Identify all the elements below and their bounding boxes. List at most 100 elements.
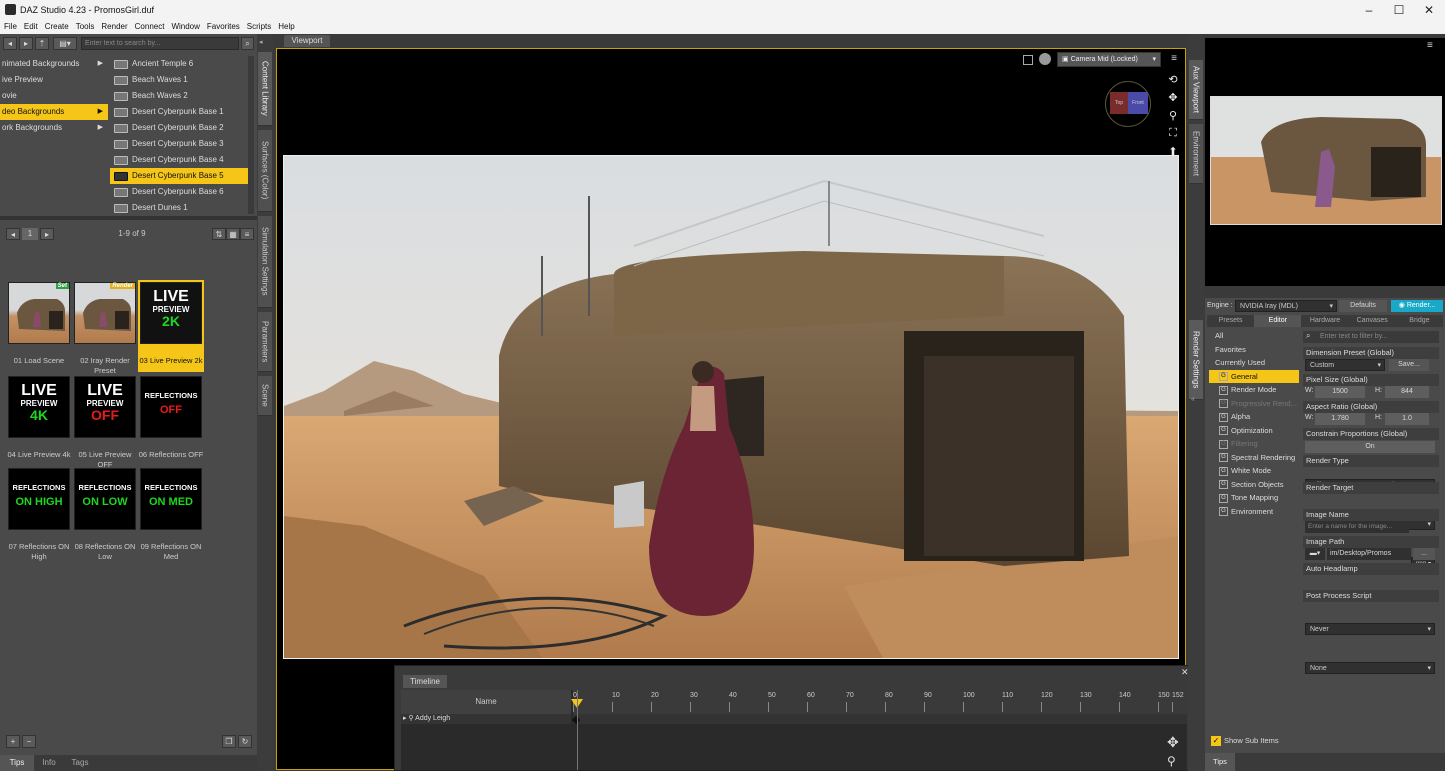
aux-viewport[interactable]: ≡ [1205,38,1445,286]
menu-connect[interactable]: Connect [135,20,165,34]
viewport-canvas[interactable]: ▣ Camera Mid (Locked) ▾ ≡ Top Front ⟲ ✥ ⚲… [276,48,1186,770]
tab-aux-viewport[interactable]: Aux Viewport [1189,60,1203,120]
page-number[interactable]: 1 [22,228,38,240]
tab-timeline[interactable]: Timeline [403,675,447,688]
menu-file[interactable]: File [4,20,17,34]
up-folder-button[interactable]: ⇡ [35,37,49,50]
zoom-icon[interactable]: ⚲ [1165,109,1181,123]
menu-tools[interactable]: Tools [76,20,95,34]
save-preset-button[interactable]: Save... [1389,359,1429,371]
image-name-input[interactable]: Enter a name for the image... [1305,521,1409,533]
dimension-preset-dropdown[interactable]: Custom [1305,359,1385,372]
category-item[interactable]: nimated Backgrounds ▶ [0,56,108,72]
render-button[interactable]: ◉ Render... [1391,300,1443,312]
tab-render-settings[interactable]: Render Settings [1189,320,1203,400]
refresh-icon[interactable]: ↻ [238,735,252,748]
property-group-item[interactable]: All [1209,329,1299,343]
tab-presets[interactable]: Presets [1207,315,1254,327]
shading-icon[interactable] [1023,55,1033,65]
tab-tips[interactable]: Tips [1205,753,1235,771]
folder-item[interactable]: Desert Cyberpunk Base 4 [110,152,248,168]
show-sub-items-checkbox[interactable]: ✓ [1211,736,1221,746]
tab-environment[interactable]: Environment [1189,124,1203,184]
folder-item[interactable]: Beach Waves 2 [110,88,248,104]
property-group-item[interactable]: G Tone Mapping [1209,491,1299,505]
aspect-width-input[interactable]: 1.780 [1315,413,1365,425]
collapse-icon[interactable]: ◂ [259,38,271,46]
pan-icon[interactable]: ✥ [1165,91,1181,105]
keyframe[interactable] [571,715,581,725]
prev-page-button[interactable]: ◂ [6,228,20,240]
view-mode-button[interactable]: ▤▾ [53,37,77,50]
maximize-button[interactable]: ☐ [1384,2,1414,18]
folder-item[interactable]: Beach Waves 1 [110,72,248,88]
tab-editor[interactable]: Editor [1254,315,1302,327]
tab-parameters[interactable]: Parameters [258,312,272,372]
menu-create[interactable]: Create [45,20,69,34]
view-cube-top[interactable]: Top [1110,92,1128,114]
menu-edit[interactable]: Edit [24,20,38,34]
property-group-item[interactable]: Favorites [1209,343,1299,357]
pixel-width-input[interactable]: 1500 [1315,386,1365,398]
category-item-selected[interactable]: deo Backgrounds ▶ [0,104,108,120]
tab-tags[interactable]: Tags [64,755,96,771]
tab-scene[interactable]: Scene [258,376,272,416]
search-icon[interactable]: ⌕ [241,37,254,50]
folder-scrollbar[interactable] [248,56,254,214]
property-group-item[interactable]: G Environment [1209,505,1299,519]
folder-item[interactable]: Desert Cyberpunk Base 2 [110,120,248,136]
viewport-menu-icon[interactable]: ≡ [1167,53,1181,65]
preset-thumbnail[interactable]: REFLECTIONS ON HIGH [8,468,70,530]
list-view-icon[interactable]: ≡ [240,228,254,240]
category-item[interactable]: ovie [0,88,108,104]
property-group-item[interactable]: G Progressive Rend... [1209,397,1299,411]
light-icon[interactable] [1039,53,1051,65]
library-search-input[interactable]: Enter text to search by... [81,37,239,50]
dolly-icon[interactable]: ⬆ [1165,145,1181,159]
preset-thumbnail[interactable]: REFLECTIONS OFF [140,376,202,438]
remove-button[interactable]: − [22,735,36,748]
view-cube[interactable]: Top Front [1105,81,1151,127]
track-row[interactable]: ▸ ⚲ Addy Leigh [401,714,571,724]
folder-item[interactable]: Desert Cyberpunk Base 1 [110,104,248,120]
constrain-toggle[interactable]: On [1305,441,1435,453]
tab-surfaces[interactable]: Surfaces (Color) [258,130,272,212]
menu-render[interactable]: Render [101,20,127,34]
back-button[interactable]: ◂ [3,37,17,50]
add-button[interactable]: + [6,735,20,748]
property-group-item[interactable]: G Render Mode [1209,383,1299,397]
folder-item[interactable]: Desert Dunes 1 [110,200,248,216]
grid-view-icon[interactable]: ▦ [226,228,240,240]
preset-thumbnail[interactable]: LIVE PREVIEW OFF [74,376,136,438]
image-path-input[interactable]: im/Desktop/Promos [1327,548,1411,560]
sort-button[interactable]: ⇅ [212,228,226,240]
folder-item[interactable]: Desert Cyberpunk Base 6 [110,184,248,200]
property-group-item[interactable]: G White Mode [1209,464,1299,478]
folder-item[interactable]: Ancient Temple 6 [110,56,248,72]
preset-thumbnail[interactable]: Render [74,282,136,344]
collapse-icon[interactable]: « [1191,396,1195,403]
tab-bridge[interactable]: Bridge [1396,315,1443,327]
property-group-item[interactable]: G Optimization [1209,424,1299,438]
track-keys[interactable] [571,714,1187,725]
browse-button[interactable]: ... [1413,548,1435,560]
forward-button[interactable]: ▸ [19,37,33,50]
preset-thumbnail[interactable]: Set [8,282,70,344]
folder-item[interactable]: Desert Cyberpunk Base 3 [110,136,248,152]
property-group-item[interactable]: G Section Objects [1209,478,1299,492]
tab-hardware[interactable]: Hardware [1301,315,1348,327]
folder-icon[interactable]: ▬▾ [1305,548,1325,560]
camera-dropdown[interactable]: ▣ Camera Mid (Locked) ▾ [1057,52,1161,67]
menu-favorites[interactable]: Favorites [207,20,240,34]
splitter[interactable] [0,216,257,220]
property-group-item[interactable]: Currently Used [1209,356,1299,370]
property-group-item[interactable]: G Spectral Rendering [1209,451,1299,465]
minimize-button[interactable]: – [1354,2,1384,18]
tab-viewport[interactable]: Viewport [284,35,330,47]
timeline-ruler[interactable]: 0 10 20 30 40 50 60 70 80 90 100 110 120 130 140 150 152 [571,690,1187,714]
category-item[interactable]: ork Backgrounds ▶ [0,120,108,136]
category-item[interactable]: ive Preview [0,72,108,88]
view-cube-front[interactable]: Front [1128,92,1148,114]
tab-tips[interactable]: Tips [0,755,34,771]
tab-simulation-settings[interactable]: Simulation Settings [258,216,272,308]
